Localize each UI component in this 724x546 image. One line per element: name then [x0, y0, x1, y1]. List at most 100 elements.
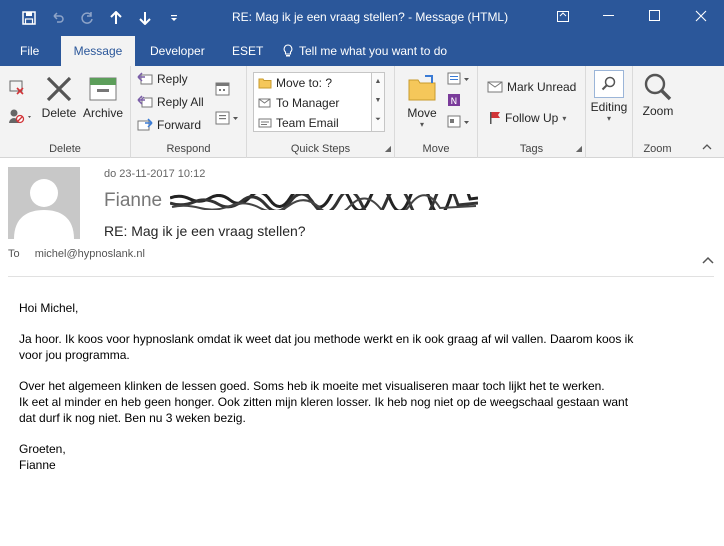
redacted-sender-address — [169, 180, 479, 221]
tell-me-label: Tell me what you want to do — [299, 44, 448, 58]
message-body: Hoi Michel, Ja hoor. Ik koos voor hypnos… — [19, 300, 709, 488]
zoom-group: Zoom Zoom — [632, 66, 682, 158]
quick-access-toolbar — [14, 8, 188, 28]
junk-icon[interactable] — [8, 108, 34, 127]
forward-label: Forward — [157, 118, 202, 132]
body-line: Over het algemeen klinken de lessen goed… — [19, 379, 605, 393]
zoom-label: Zoom — [642, 104, 674, 118]
meeting-reply-icon[interactable] — [215, 81, 231, 100]
collapse-header-icon[interactable] — [702, 253, 714, 267]
envelope-icon — [487, 81, 503, 93]
ribbon: Delete Archive Delete Reply Reply All Fo… — [0, 66, 724, 158]
quick-step-to-manager-label: To Manager — [276, 96, 340, 110]
tab-file[interactable]: File — [10, 36, 49, 66]
body-paragraph-2: Over het algemeen klinken de lessen goed… — [19, 378, 709, 426]
message-subject: RE: Mag ik je een vraag stellen? — [104, 223, 306, 239]
customize-toolbar-icon[interactable] — [159, 8, 188, 28]
reply-button[interactable]: Reply — [137, 72, 188, 86]
flag-icon — [490, 112, 500, 124]
actions-icon[interactable] — [447, 115, 471, 132]
ribbon-display-options-icon[interactable] — [540, 0, 586, 32]
folder-icon — [408, 75, 436, 101]
to-address[interactable]: michel@hypnoslank.nl — [35, 248, 145, 260]
undo-icon[interactable] — [43, 8, 72, 28]
sender-avatar — [8, 167, 80, 239]
quick-steps-scrollbar[interactable]: ▲ ▼ ⏷ — [371, 73, 384, 131]
more-respond-icon[interactable] — [215, 110, 241, 129]
move-group-label: Move — [422, 143, 450, 155]
body-signature: Fianne — [19, 458, 56, 472]
zoom-button[interactable]: Zoom — [637, 72, 679, 118]
arrow-up-icon[interactable] — [101, 8, 130, 28]
message-date: do 23-11-2017 10:12 — [104, 168, 206, 180]
lightbulb-icon — [283, 44, 293, 57]
recipients-row: To michel@hypnoslank.nl — [8, 248, 145, 260]
archive-label: Archive — [82, 106, 123, 120]
maximize-icon[interactable] — [632, 0, 678, 32]
reply-all-icon — [137, 95, 153, 108]
quick-steps-group-label: Quick Steps — [290, 143, 351, 155]
ribbon-tabs: File Message Developer ESET Tell me what… — [0, 36, 724, 66]
reply-all-button[interactable]: Reply All — [137, 95, 204, 109]
save-icon[interactable] — [14, 8, 43, 28]
arrow-down-icon[interactable] — [130, 8, 159, 28]
quick-step-move-to-label: Move to: ? — [276, 76, 333, 90]
reply-all-label: Reply All — [157, 95, 204, 109]
archive-button[interactable]: Archive — [80, 74, 126, 120]
archive-icon — [89, 77, 117, 101]
minimize-icon[interactable] — [586, 0, 632, 32]
forward-icon — [137, 118, 153, 131]
quick-step-team-email[interactable]: Team Email — [254, 113, 384, 133]
body-line: dat durf ik nog niet. Ben nu 3 weken bez… — [19, 411, 246, 425]
window-title: RE: Mag ik je een vraag stellen? - Messa… — [232, 10, 509, 24]
delete-group: Delete Archive Delete — [0, 66, 131, 158]
follow-up-dropdown-icon: ▾ — [562, 113, 567, 123]
team-mail-icon — [258, 118, 272, 128]
follow-up-button[interactable]: Follow Up ▾ — [489, 111, 566, 125]
body-paragraph-1: Ja hoor. Ik koos voor hypnoslank omdat i… — [19, 331, 709, 363]
sender-name[interactable]: Fianne — [104, 190, 162, 212]
ignore-icon[interactable] — [8, 78, 26, 99]
mark-unread-button[interactable]: Mark Unread — [487, 80, 576, 94]
quick-steps-gallery: Move to: ? To Manager Team Email ▲ ▼ ⏷ — [253, 72, 385, 132]
quick-step-team-email-label: Team Email — [276, 116, 339, 130]
body-closing: Groeten, — [19, 442, 66, 456]
tab-developer[interactable]: Developer — [140, 36, 215, 66]
tell-me-search[interactable]: Tell me what you want to do — [282, 36, 447, 66]
reply-icon — [137, 72, 153, 85]
onenote-icon[interactable]: N — [447, 93, 461, 110]
zoom-group-label: Zoom — [643, 143, 672, 155]
quick-step-move-to[interactable]: Move to: ? — [254, 73, 384, 93]
editing-button[interactable]: Editing ▾ — [589, 70, 629, 123]
move-button[interactable]: Move ▾ — [401, 74, 443, 129]
quick-steps-group: Move to: ? To Manager Team Email ▲ ▼ ⏷ ◢… — [247, 66, 395, 158]
body-line: voor jou programma. — [19, 348, 130, 362]
body-sign-off: Groeten, Fianne — [19, 441, 709, 473]
mark-unread-label: Mark Unread — [507, 80, 577, 94]
body-greeting: Hoi Michel, — [19, 301, 79, 315]
rules-icon[interactable] — [447, 72, 471, 89]
forward-button[interactable]: Forward — [137, 118, 201, 132]
collapse-ribbon-icon[interactable] — [702, 142, 712, 153]
tab-message[interactable]: Message — [61, 36, 135, 66]
editing-group: Editing ▾ — [586, 66, 632, 158]
to-label: To — [8, 248, 20, 260]
redo-icon[interactable] — [72, 8, 101, 28]
folder-move-icon — [258, 78, 272, 89]
tab-eset[interactable]: ESET — [222, 36, 273, 66]
delete-icon — [46, 76, 72, 102]
editing-label: Editing — [590, 100, 628, 114]
body-line: Ik eet al minder en heb geen honger. Ook… — [19, 395, 629, 409]
mail-forward-icon — [258, 98, 271, 108]
delete-group-label: Delete — [49, 143, 81, 155]
tags-group: Mark Unread Follow Up ▾ ◢ Tags — [478, 66, 586, 158]
respond-group: Reply Reply All Forward Respond — [131, 66, 247, 158]
delete-label: Delete — [41, 106, 77, 120]
body-line: Ja hoor. Ik koos voor hypnoslank omdat i… — [19, 332, 634, 346]
close-icon[interactable] — [678, 0, 724, 32]
delete-button[interactable]: Delete — [40, 74, 78, 120]
title-bar: RE: Mag ik je een vraag stellen? - Messa… — [0, 0, 724, 36]
search-icon — [601, 76, 616, 91]
quick-step-to-manager[interactable]: To Manager — [254, 93, 384, 113]
header-divider — [8, 276, 714, 277]
